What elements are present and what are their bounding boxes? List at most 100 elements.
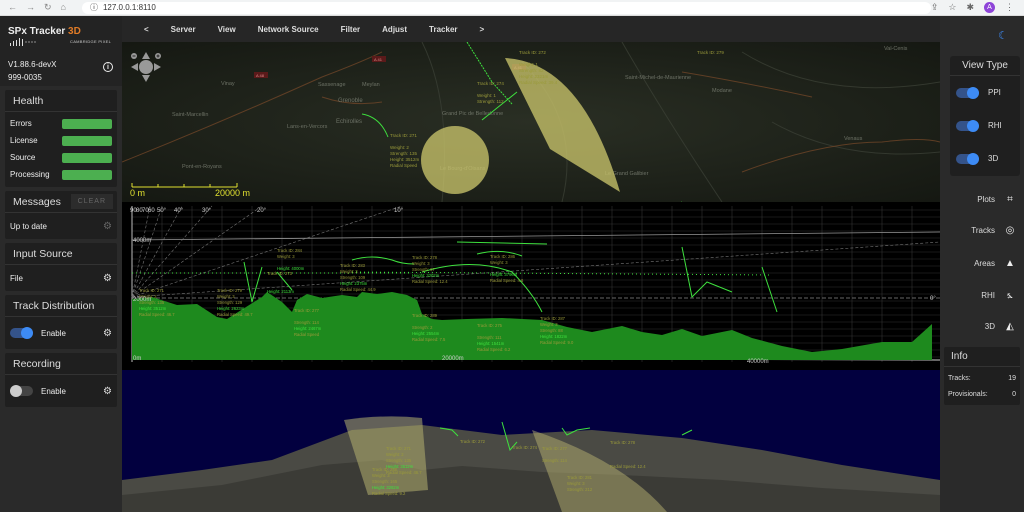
track-detail: Height: 2554m (412, 331, 440, 336)
side-menu-3d[interactable]: 3D ◭ (985, 321, 1016, 332)
info-icon[interactable]: ⓘ (90, 2, 98, 13)
app-logo: SPx Tracker 3D CAMBRIDGE PIXEL V1.88.6-d… (0, 16, 122, 86)
track-distribution-panel: Track Distribution Enable ⚙ (5, 295, 117, 349)
track-detail: Radial Speed: 7.5 (412, 337, 446, 342)
messages-settings-gear-icon[interactable]: ⚙ (103, 221, 112, 232)
track-detail: Strength: 114 (542, 458, 568, 463)
recording-settings-gear-icon[interactable]: ⚙ (103, 386, 112, 397)
place-label: Saint-Michel-de-Maurienne (625, 75, 691, 81)
health-row-source: Source (5, 149, 117, 166)
menu-filter[interactable]: Filter (341, 25, 361, 34)
health-row-processing: Processing (5, 166, 117, 183)
left-sidebar: SPx Tracker 3D CAMBRIDGE PIXEL V1.88.6-d… (0, 16, 122, 512)
messages-title: Messages (13, 195, 61, 208)
3d-toggle[interactable] (956, 152, 979, 165)
side-menu-rhi[interactable]: RHI ⦩ (981, 290, 1016, 301)
track-label: Track ID: 272 (519, 50, 546, 55)
track-label: Track ID: 278 (610, 440, 636, 445)
angle-label: 50° (157, 208, 167, 214)
svg-text:Weight: 2: Weight: 2 (390, 145, 409, 150)
track-detail: Weight: 3 (412, 261, 430, 266)
company-name: CAMBRIDGE PIXEL (70, 39, 112, 44)
scale-end-label: 20000 m (215, 188, 250, 198)
track-label: Track ID: 279 (697, 50, 724, 55)
toolbar-next-button[interactable]: > (480, 25, 485, 34)
star-icon[interactable]: ☆ (948, 2, 956, 13)
recording-panel: Recording Enable ⚙ (5, 353, 117, 407)
messages-panel: Messages CLEAR Up to date ⚙ (5, 191, 117, 239)
svg-text:Radial Speed: Radial Speed (390, 163, 418, 168)
provisionals-label: Provisionals: (948, 390, 988, 398)
ppi-map-view[interactable]: Vinay Saint-Marcellin Grenoble Echirolle… (122, 42, 940, 202)
height-label: 0m (133, 356, 141, 362)
status-bar (62, 169, 112, 180)
share-icon[interactable]: ⇪ (931, 2, 939, 13)
place-label: Val-Cenis (884, 46, 908, 52)
input-source-settings-gear-icon[interactable]: ⚙ (103, 273, 112, 284)
track-detail: Weight: 3 (340, 269, 358, 274)
forward-icon[interactable]: → (26, 2, 35, 13)
menu-view[interactable]: View (218, 25, 236, 34)
svg-text:Radial Speed: 39.4: Radial Speed: 39.4 (519, 80, 558, 85)
road-label: A 41 (374, 57, 383, 62)
side-menu-areas[interactable]: Areas ▲ (974, 258, 1016, 269)
recording-toggle[interactable] (10, 385, 33, 397)
menu-icon[interactable]: ⋮ (1005, 2, 1014, 13)
angle-label: 0° (930, 296, 936, 302)
version-text: V1.88.6-devX (8, 60, 57, 69)
extensions-icon[interactable]: ✱ (966, 2, 974, 13)
input-source-value: File (10, 273, 23, 283)
side-menu-tracks[interactable]: Tracks ◎ (971, 225, 1016, 236)
reload-icon[interactable]: ↻ (44, 2, 52, 13)
about-info-icon[interactable]: i (103, 62, 113, 72)
menu-tracker[interactable]: Tracker (429, 25, 457, 34)
rhi-toggle[interactable] (956, 119, 979, 132)
ppi-map-canvas[interactable]: Vinay Saint-Marcellin Grenoble Echirolle… (122, 42, 940, 202)
signal-logo-icon (10, 38, 36, 46)
track-detail: Weight: 3 (490, 260, 508, 265)
status-bar (62, 118, 112, 129)
status-bar (62, 135, 112, 146)
mountain-icon: ◭ (1006, 321, 1014, 332)
ppi-toggle[interactable] (956, 86, 979, 99)
track-distribution-toggle[interactable] (10, 327, 33, 339)
3d-canvas[interactable]: Track ID: 272Track ID: 271Weight: 2Stren… (122, 370, 940, 512)
track-label: Track ID: 271 (386, 446, 412, 451)
toolbar-prev-button[interactable]: < (144, 25, 149, 34)
svg-text:Weight: 1: Weight: 1 (519, 62, 538, 67)
rhi-canvas[interactable]: Track ID: 273 Height: 2113m Track ID: 277 S… (122, 202, 940, 370)
range-label: 40000m (747, 359, 769, 365)
track-detail: Weight: 3 (372, 473, 390, 478)
track-label: Track ID: 277 (294, 308, 320, 313)
track-detail: Strength: 129 (217, 300, 243, 305)
tracks-count-label: Tracks: (948, 374, 971, 382)
clear-messages-button[interactable]: CLEAR (70, 194, 113, 209)
track-detail: Height: 2467m (294, 326, 322, 331)
track-label: Track ID: 272 (460, 439, 486, 444)
health-title: Health (5, 90, 117, 112)
area-circle[interactable] (421, 126, 489, 194)
info-panel: Info Tracks: 19 Provisionals: 0 (944, 347, 1020, 405)
home-icon[interactable]: ⌂ (61, 2, 66, 13)
back-icon[interactable]: ← (8, 2, 17, 13)
track-detail: Strength: 135 (386, 458, 412, 463)
dark-mode-moon-icon[interactable]: ☾ (998, 29, 1008, 42)
svg-text:Weight: 1: Weight: 1 (477, 93, 496, 98)
rhi-icon: ⦩ (1007, 290, 1013, 301)
menu-adjust[interactable]: Adjust (382, 25, 407, 34)
profile-avatar[interactable]: A (984, 2, 995, 13)
place-label: Sassenage (318, 82, 346, 88)
track-detail: Strength: 111 (477, 335, 502, 340)
side-menu-plots[interactable]: Plots ⌗ (977, 194, 1016, 205)
track-distribution-settings-gear-icon[interactable]: ⚙ (103, 328, 112, 339)
track-detail: Height: 3202m (412, 273, 440, 278)
track-detail: Strength: 2 (412, 325, 433, 330)
menu-network-source[interactable]: Network Source (258, 25, 319, 34)
menu-server[interactable]: Server (171, 25, 196, 34)
address-bar[interactable]: ⓘ 127.0.0.1:8110 (81, 1, 931, 14)
scale-start-label: 0 m (130, 188, 145, 198)
rhi-view[interactable]: Track ID: 273 Height: 2113m Track ID: 277 S… (122, 202, 940, 370)
track-detail: Strength: 109 (340, 275, 366, 280)
height-label: 4000m (133, 238, 151, 244)
3d-view[interactable]: Track ID: 272 Track ID: 271 Weight: 2 Stren… (122, 370, 940, 512)
